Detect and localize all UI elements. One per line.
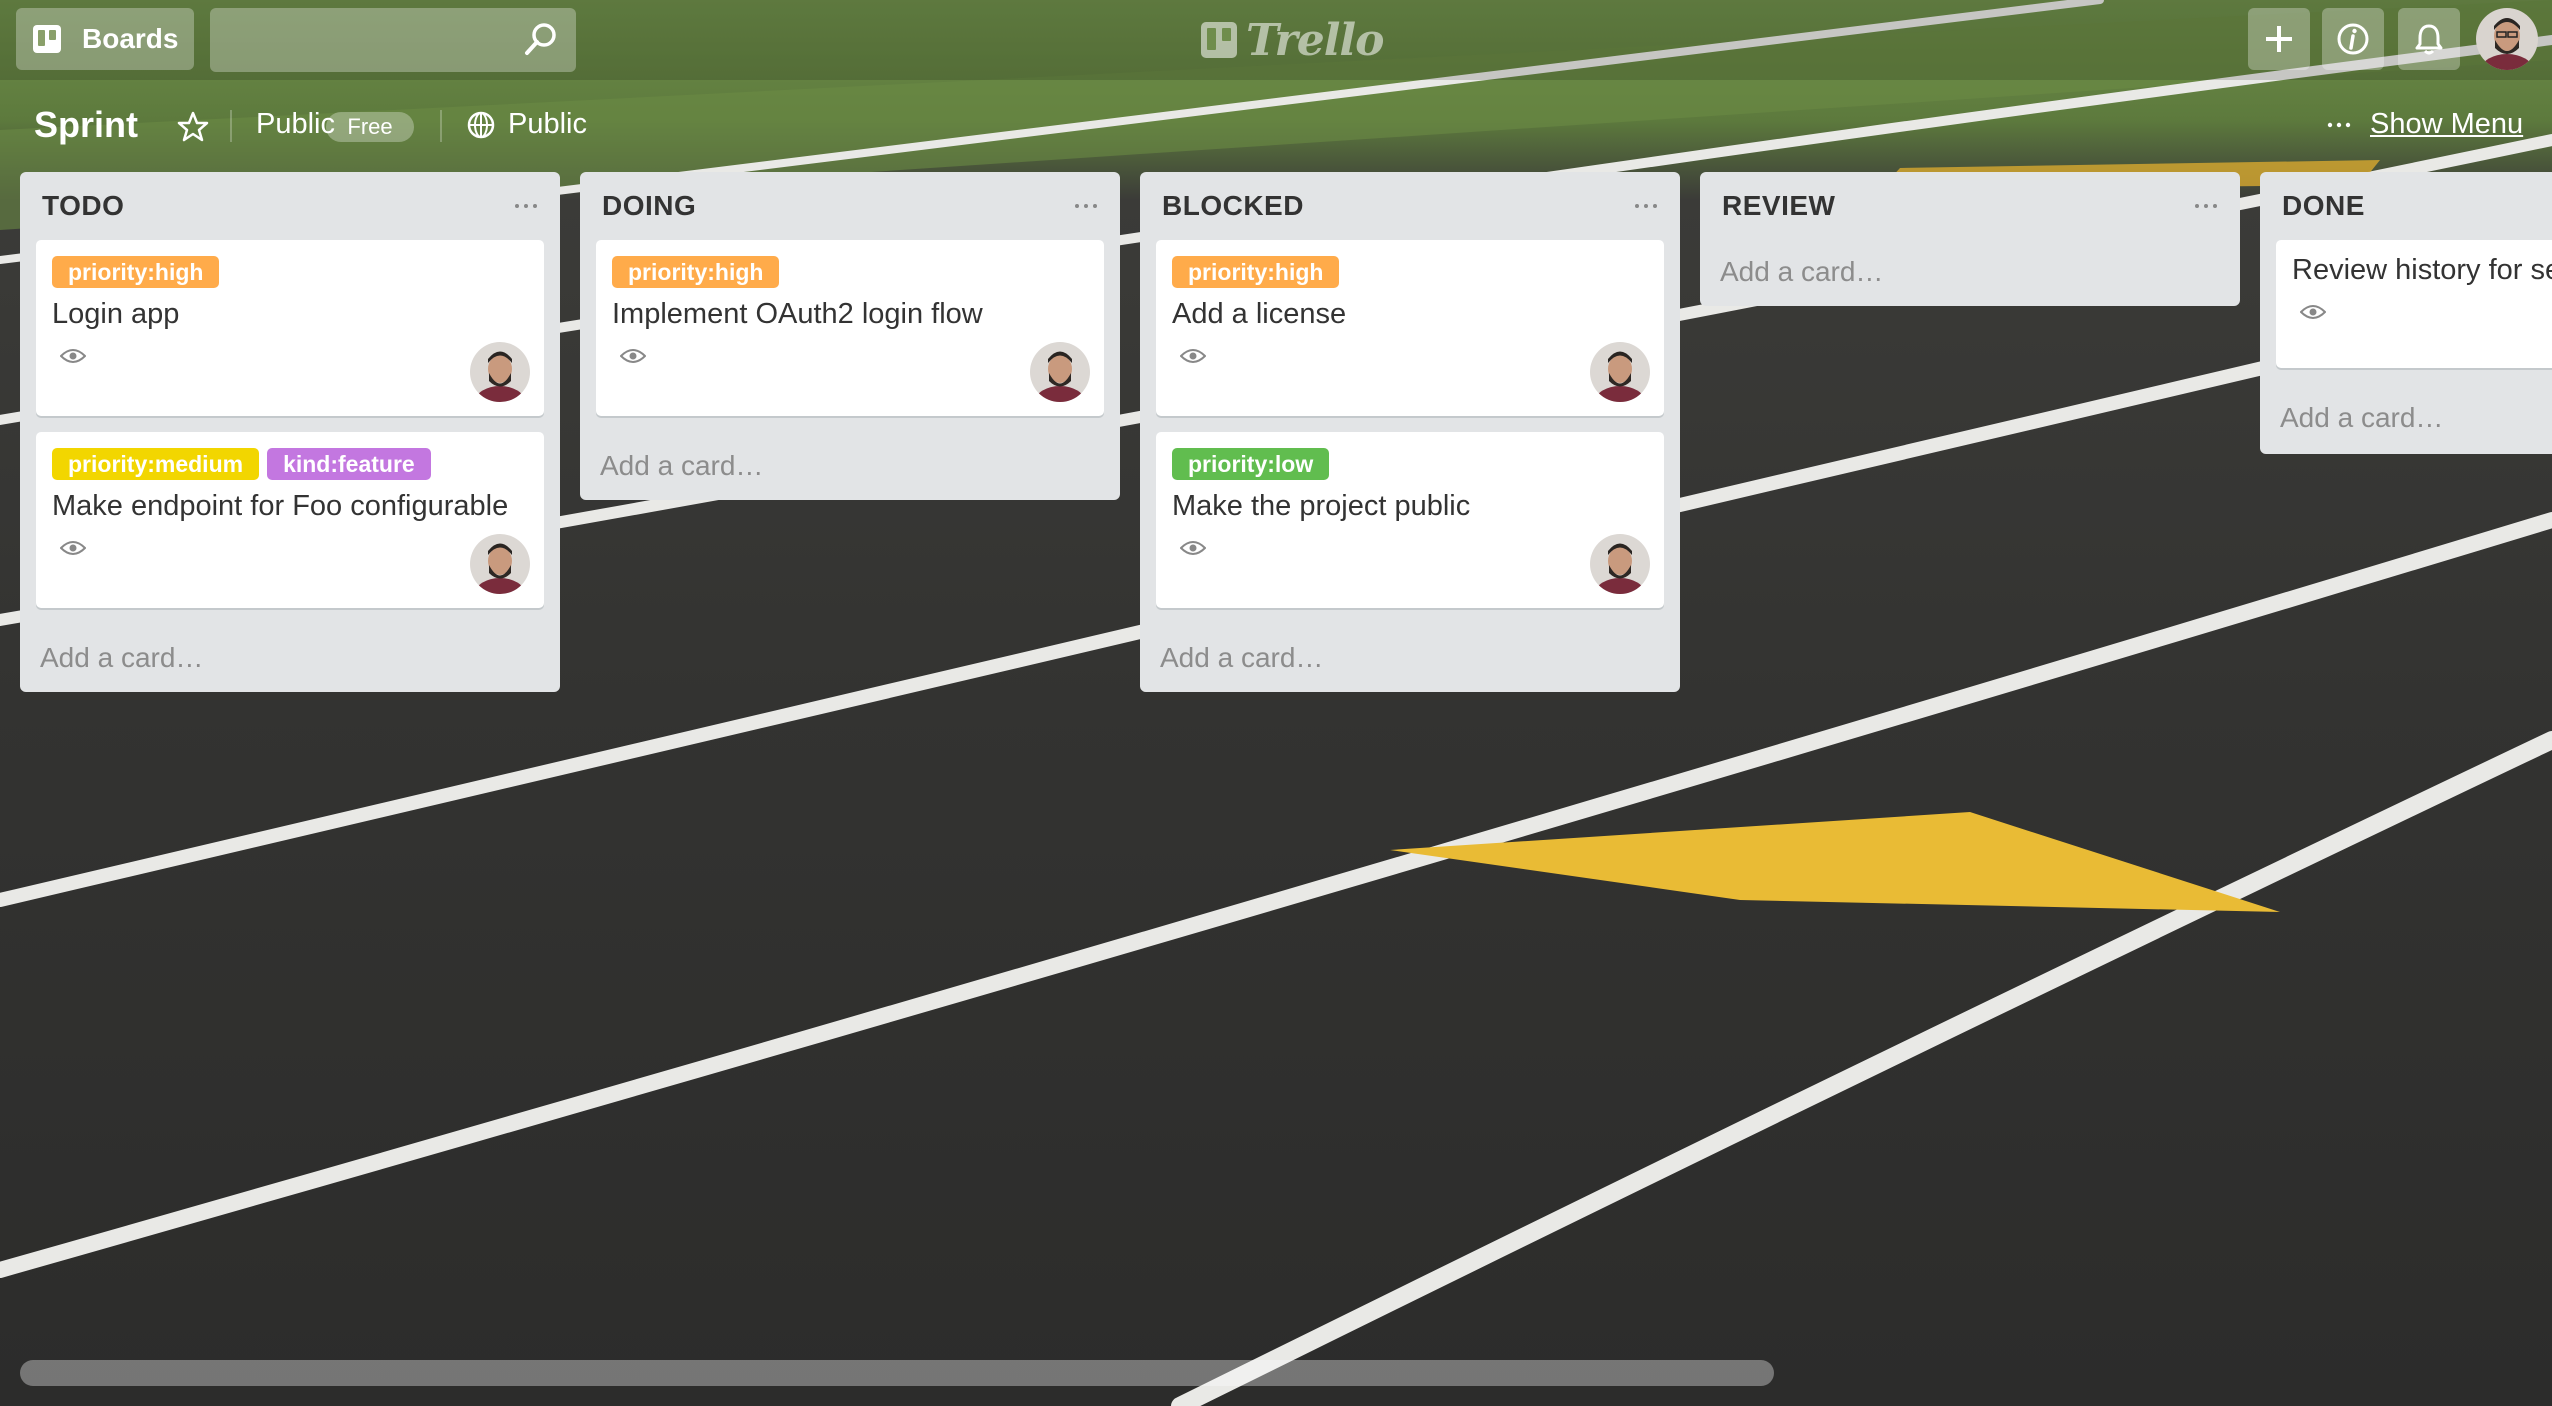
add-card-button[interactable]: Add a card…	[40, 642, 203, 674]
boards-icon	[33, 25, 61, 53]
team-visibility[interactable]: Public	[508, 108, 587, 141]
list-title: TODO	[42, 190, 125, 221]
list-blocked[interactable]: BLOCKED priority:high Add a license prio…	[1140, 172, 1680, 692]
card-member-avatar[interactable]	[1030, 342, 1090, 402]
list-title: DONE	[2282, 190, 2365, 221]
card-login-app[interactable]: priority:high Login app	[36, 240, 544, 416]
board-title[interactable]: Sprint	[34, 104, 138, 146]
list-title: BLOCKED	[1162, 190, 1304, 221]
list-done[interactable]: DONE Review history for se Add a card…	[2260, 172, 2552, 454]
card-title: Add a license	[1172, 298, 1347, 330]
list-menu-icon[interactable]	[514, 202, 538, 210]
eye-icon	[60, 541, 86, 555]
card-title: Make the project public	[1172, 490, 1471, 522]
card-member-avatar[interactable]	[470, 342, 530, 402]
top-header-bar: Boards Trello	[0, 0, 2552, 80]
boards-button[interactable]: Boards	[16, 8, 194, 70]
list-done-viewport: DONE Review history for se Add a card…	[2260, 172, 2552, 462]
card-title: Implement OAuth2 login flow	[612, 298, 983, 330]
card-labels: priority:high	[52, 256, 220, 288]
horizontal-scrollbar[interactable]	[20, 1360, 1774, 1386]
card-member-avatar[interactable]	[470, 534, 530, 594]
card-make-project-public[interactable]: priority:low Make the project public	[1156, 432, 1664, 608]
globe-icon	[467, 111, 495, 139]
list-doing[interactable]: DOING priority:high Implement OAuth2 log…	[580, 172, 1120, 500]
create-button[interactable]	[2248, 8, 2310, 70]
card-implement-oauth2[interactable]: priority:high Implement OAuth2 login flo…	[596, 240, 1104, 416]
eye-icon	[1180, 541, 1206, 555]
label-priority-low: priority:low	[1172, 448, 1330, 480]
eye-icon	[60, 349, 86, 363]
label-priority-high: priority:high	[52, 256, 220, 288]
label-kind-feature: kind:feature	[267, 448, 431, 480]
avatar-image	[470, 342, 530, 402]
avatar-image	[2476, 8, 2538, 70]
search-icon[interactable]	[522, 20, 560, 58]
avatar-image	[1030, 342, 1090, 402]
add-card-button[interactable]: Add a card…	[600, 450, 763, 482]
card-title: Make endpoint for Foo configurable	[52, 490, 509, 522]
user-avatar[interactable]	[2476, 8, 2538, 70]
add-card-button[interactable]: Add a card…	[1720, 256, 1883, 288]
card-labels: priority:medium kind:feature	[52, 448, 431, 480]
card-labels: priority:low	[1172, 448, 1330, 480]
card-title: Login app	[52, 298, 180, 330]
eye-icon	[1180, 349, 1206, 363]
card-labels: priority:high	[612, 256, 780, 288]
list-title: REVIEW	[1722, 190, 1836, 221]
list-menu-icon[interactable]	[1074, 202, 1098, 210]
plan-badge: Free	[326, 112, 414, 142]
plus-icon	[2266, 26, 2292, 52]
info-button[interactable]	[2322, 8, 2384, 70]
card-member-avatar[interactable]	[1590, 342, 1650, 402]
card-labels: priority:high	[1172, 256, 1340, 288]
avatar-image	[1590, 342, 1650, 402]
add-card-button[interactable]: Add a card…	[2280, 402, 2443, 434]
info-icon	[2337, 23, 2369, 55]
eye-icon	[620, 349, 646, 363]
list-title: DOING	[602, 190, 697, 221]
divider	[230, 110, 232, 142]
card-review-history[interactable]: Review history for se	[2276, 240, 2552, 368]
divider	[440, 110, 442, 142]
trello-logo-icon	[1201, 22, 1237, 58]
eye-icon	[2300, 305, 2326, 319]
board-visibility[interactable]: Public	[256, 108, 335, 141]
card-make-endpoint[interactable]: priority:medium kind:feature Make endpoi…	[36, 432, 544, 608]
trello-logo[interactable]: Trello	[1200, 14, 1384, 66]
menu-dots-icon[interactable]	[2326, 112, 2352, 138]
list-menu-icon[interactable]	[2194, 202, 2218, 210]
boards-label: Boards	[82, 23, 179, 54]
list-menu-icon[interactable]	[1634, 202, 1658, 210]
card-add-license[interactable]: priority:high Add a license	[1156, 240, 1664, 416]
bell-icon	[2415, 24, 2443, 55]
label-priority-high: priority:high	[612, 256, 780, 288]
avatar-image	[470, 534, 530, 594]
notifications-button[interactable]	[2398, 8, 2460, 70]
card-member-avatar[interactable]	[1590, 534, 1650, 594]
avatar-image	[1590, 534, 1650, 594]
label-priority-high: priority:high	[1172, 256, 1340, 288]
card-title: Review history for se	[2292, 254, 2552, 286]
list-todo[interactable]: TODO priority:high Login app priority:me…	[20, 172, 560, 692]
show-menu-link[interactable]: Show Menu	[2370, 108, 2523, 141]
star-icon[interactable]	[176, 110, 210, 144]
label-priority-medium: priority:medium	[52, 448, 260, 480]
add-card-button[interactable]: Add a card…	[1160, 642, 1323, 674]
logo-text: Trello	[1246, 14, 1384, 66]
list-review[interactable]: REVIEW Add a card…	[1700, 172, 2240, 306]
